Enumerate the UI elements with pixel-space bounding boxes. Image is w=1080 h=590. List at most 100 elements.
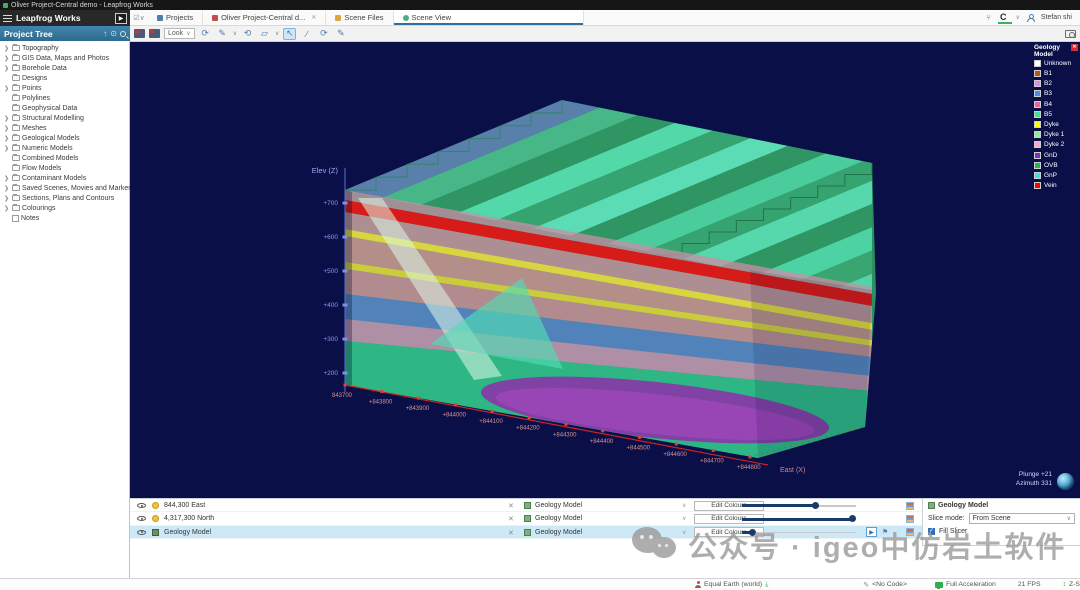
chevron-right-icon[interactable]: ❯ [4,115,10,122]
window-list-icon[interactable]: ☑∨ [130,10,148,25]
app-menu-bar[interactable]: Leapfrog Works ▶ [0,10,130,26]
user-avatar-icon[interactable] [1027,14,1034,21]
flag-icon[interactable]: ⚑ [882,528,888,536]
collapse-panel-button[interactable]: ▶ [115,13,127,24]
legend-list-icon[interactable] [906,528,914,536]
branch-icon[interactable]: ⑂ [986,13,991,22]
pause-updates-icon[interactable]: ⊙ [110,30,117,38]
measure-tool-icon[interactable]: ✎ [334,28,347,40]
import-icon[interactable]: ⤓ [765,581,768,589]
sidebar-item-gis-data-maps-and-photos[interactable]: ❯GIS Data, Maps and Photos [0,53,129,63]
sidebar-item-flow-models[interactable]: Flow Models [0,163,129,173]
sidebar-item-contaminant-models[interactable]: ❯Contaminant Models [0,173,129,183]
chevron-down-icon[interactable]: ∨ [682,502,686,509]
copy-scene-icon[interactable] [134,29,145,38]
legend-swatch [1034,80,1041,87]
look-dropdown[interactable]: Look ∨ [164,28,195,39]
chevron-right-icon[interactable]: ❯ [4,55,10,62]
chevron-right-icon[interactable]: ❯ [4,185,10,192]
sidebar-item-geophysical-data[interactable]: Geophysical Data [0,103,129,113]
chevron-down-icon[interactable]: ∨ [682,515,686,522]
chevron-right-icon[interactable]: ❯ [4,65,10,72]
shape-list-row[interactable]: 844,300 East✕Geology Model∨Edit Colours [130,499,922,512]
close-tab-icon[interactable]: ✕ [311,14,316,21]
screenshot-camera-icon[interactable] [1065,30,1076,38]
rotate-tool-icon[interactable]: ⟳ [317,28,330,40]
visibility-eye-icon[interactable] [137,503,146,508]
sidebar-item-geological-models[interactable]: ❯Geological Models [0,133,129,143]
play-slicer-button[interactable]: ▶ [866,527,877,537]
svg-text:East (X): East (X) [780,467,805,474]
draw-slicer-tool-icon[interactable]: ✎ [216,28,229,40]
sidebar-item-designs[interactable]: Designs [0,73,129,83]
colouring-dropdown[interactable]: Geology Model [535,502,582,509]
hamburger-menu-icon[interactable] [3,15,12,22]
z-scale-status[interactable]: ↕ Z-Scale 1.0 [1062,581,1080,588]
chevron-right-icon[interactable]: ❯ [4,135,10,142]
ruler-tool-icon[interactable]: ∕ [300,28,313,40]
coordinate-system-status[interactable]: Equal Earth (world) ⤓ [695,581,768,589]
remove-shape-icon[interactable]: ✕ [508,515,514,523]
sidebar-item-notes[interactable]: Notes [0,213,129,223]
tab-projects[interactable]: Projects [148,10,203,25]
geology-model-3d[interactable]: +700+600+500+400+300+200 Elev (Z) 843700… [130,42,1080,498]
opacity-slider[interactable] [742,505,856,507]
slicer-box-tool-icon[interactable]: ▱ [258,28,271,40]
sort-icon[interactable]: ↑ [103,30,107,38]
chevron-down-icon[interactable]: ∨ [233,30,237,37]
remove-shape-icon[interactable]: ✕ [508,529,514,537]
visibility-eye-icon[interactable] [137,516,146,521]
chevron-right-icon[interactable]: ❯ [4,45,10,52]
chevron-down-icon[interactable]: ∨ [682,529,686,536]
sidebar-item-borehole-data[interactable]: ❯Borehole Data [0,63,129,73]
legend-list-icon[interactable] [906,502,914,510]
slice-mode-dropdown[interactable]: From Scene ∨ [969,513,1075,524]
sidebar-item-sections-plans-and-contours[interactable]: ❯Sections, Plans and Contours [0,193,129,203]
chevron-right-icon[interactable]: ❯ [4,205,10,212]
orbit-tool-icon[interactable]: ⟳ [199,28,212,40]
paste-scene-icon[interactable] [149,29,160,38]
fill-slicer-checkbox[interactable]: ✓ [928,528,935,535]
remove-shape-icon[interactable]: ✕ [508,502,514,510]
compass-globe-icon[interactable] [1057,473,1074,490]
sidebar-item-meshes[interactable]: ❯ Meshes [0,123,129,133]
chevron-down-icon[interactable]: ∨ [275,30,279,37]
chevron-right-icon[interactable]: ❯ [4,125,10,132]
shape-list-row[interactable]: Geology Model✕Geology Model∨Edit Colours… [130,526,922,539]
shape-list-row[interactable]: 4,317,300 North✕Geology Model∨Edit Colou… [130,512,922,525]
sidebar-item-polylines[interactable]: Polylines [0,93,129,103]
sidebar-item-structural-modelling[interactable]: ❯Structural Modelling [0,113,129,123]
code-status[interactable]: ✎ <No Code> [863,581,907,589]
chevron-right-icon[interactable]: ❯ [4,145,10,152]
opacity-slider[interactable] [742,532,856,534]
slider-handle[interactable] [749,529,756,536]
chevron-down-icon[interactable]: ∨ [1015,14,1019,21]
visibility-eye-icon[interactable] [137,530,146,535]
chevron-right-icon[interactable]: ❯ [4,195,10,202]
sidebar-item-topography[interactable]: ❯Topography [0,43,129,53]
tree-item-label: Meshes [22,125,47,132]
sidebar-item-colourings[interactable]: ❯Colourings [0,203,129,213]
opacity-slider[interactable] [742,518,856,520]
sidebar-item-combined-models[interactable]: Combined Models [0,153,129,163]
scene-3d-viewport[interactable]: +700+600+500+400+300+200 Elev (Z) 843700… [130,42,1080,498]
legend-close-icon[interactable]: ✕ [1071,44,1078,51]
search-icon[interactable] [120,31,126,37]
refresh-tool-icon[interactable]: ⟲ [241,28,254,40]
chevron-right-icon[interactable]: ❯ [4,175,10,182]
sidebar-item-saved-scenes-movies-and-markers[interactable]: ❯Saved Scenes, Movies and Markers [0,183,129,193]
colouring-dropdown[interactable]: Geology Model [535,515,582,522]
tab-scene-files[interactable]: Scene Files [326,10,393,25]
tab-scene-view[interactable]: Scene View [394,10,584,25]
chevron-right-icon[interactable]: ❯ [4,85,10,92]
select-tool-icon[interactable]: ↖ [283,28,296,40]
sidebar-item-numeric-models[interactable]: ❯Numeric Models [0,143,129,153]
central-logo[interactable]: C [998,12,1009,24]
tab-project-document[interactable]: Oliver Project-Central d... ✕ [203,10,326,25]
legend-swatch [1034,90,1041,97]
colouring-dropdown[interactable]: Geology Model [535,529,582,536]
slider-handle[interactable] [812,502,819,509]
legend-list-icon[interactable] [906,515,914,523]
sidebar-item-points[interactable]: ❯Points [0,83,129,93]
slider-handle[interactable] [849,515,856,522]
